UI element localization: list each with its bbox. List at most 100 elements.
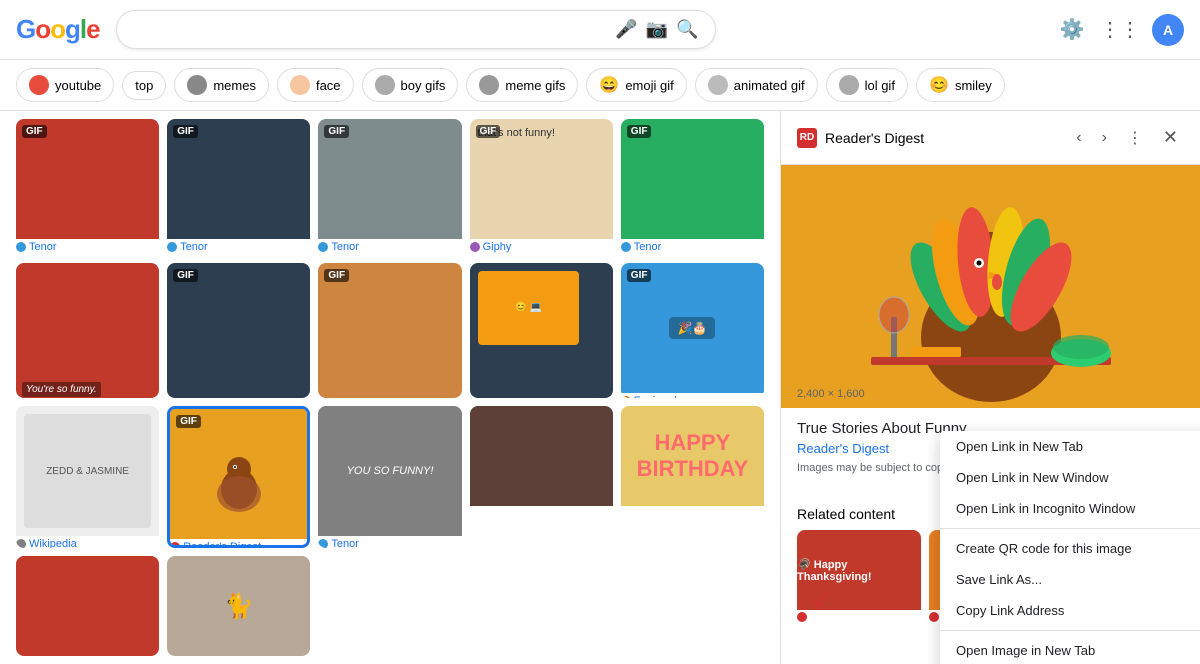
search-submit-icon[interactable]: 🔍 [676,19,698,40]
list-item[interactable]: that's not funny! GIF Giphy Funny-not-fu… [470,119,613,255]
gif-badge: GIF [324,125,349,138]
filter-chip-smiley[interactable]: 😊 smiley [916,68,1005,102]
list-item[interactable]: 😊 💻 TED Ideas Can you teach a computer t… [470,263,613,399]
filter-chip-youtube[interactable]: youtube [16,68,114,102]
panel-prev-button[interactable]: ‹ [1070,125,1087,151]
menu-separator-2 [940,630,1200,631]
gif-badge: GIF [627,125,652,138]
boy-gifs-thumb [375,75,395,95]
image-source: Tenor [318,538,461,548]
meme-gifs-thumb [479,75,499,95]
list-item[interactable] [16,556,159,656]
list-item[interactable]: GIF Tenor Funny Laugh GIFs | Te... [16,119,159,255]
filter-chip-boy-gifs[interactable]: boy gifs [362,68,459,102]
side-panel: RD Reader's Digest ‹ › ⋮ ✕ [780,111,1200,664]
lol-gif-thumb [839,75,859,95]
image-source: Tenor [167,241,310,253]
image-title: Funny Meme GIFs | Tenor [318,254,461,255]
image-source: Tenor [16,241,159,253]
list-item[interactable]: GIF Tenor Too Funny GIFs | Tenor [621,119,764,255]
image-title: Funny-not-funny GIFs - Get the b... [470,254,613,255]
youtube-thumb [29,75,49,95]
list-item[interactable]: You're so funny. Giphy Youre-so-funny GI… [16,263,159,399]
header: Google funny 🎤 📷 🔍 ⚙️ ⋮⋮ A [0,0,1200,60]
filter-label-emoji-gif: emoji gif [625,78,673,93]
list-item[interactable]: HAPPY BIRTHDAY [621,406,764,548]
list-item[interactable]: GIF Tenor Funny Meme GIFs | Tenor [318,119,461,255]
image-source: Tenor [318,241,461,253]
search-input[interactable]: funny [133,21,608,39]
image-source: Tenor [621,241,764,253]
menu-item-save-link-as[interactable]: Save Link As... [940,564,1200,595]
filter-label-animated-gif: animated gif [734,78,805,93]
turkey-thumbnail-svg [199,434,279,514]
filter-label-face: face [316,78,341,93]
gif-badge: GIF [476,125,501,138]
filter-chip-memes[interactable]: memes [174,68,269,102]
image-source: Giphy [470,241,613,253]
menu-item-copy-link-address[interactable]: Copy Link Address [940,595,1200,626]
image-title: Funny Laugh GIFs | Te... [16,254,159,255]
filter-chip-meme-gifs[interactable]: meme gifs [466,68,578,102]
image-source: Reader's Digest [170,541,307,548]
menu-separator-1 [940,528,1200,529]
list-item[interactable]: ZEDD & JASMINE Wikipedia Funny (Zedd and… [16,406,159,548]
filter-chip-top[interactable]: top [122,71,166,100]
filter-label-memes: memes [213,78,256,93]
settings-icon[interactable]: ⚙️ [1056,14,1088,46]
filter-label-youtube: youtube [55,78,101,93]
arrow-indicator: ↙ [811,585,831,614]
header-right: ⚙️ ⋮⋮ A [1056,14,1184,46]
panel-close-button[interactable]: ✕ [1157,123,1184,152]
panel-site-name: Reader's Digest [825,130,1062,146]
gif-badge: GIF [173,125,198,138]
search-bar: funny 🎤 📷 🔍 [116,10,716,49]
panel-main-image[interactable]: 2,400 × 1,600 [781,165,1200,408]
menu-item-open-incognito[interactable]: Open Link in Incognito Window [940,493,1200,524]
menu-item-open-image-new-tab[interactable]: Open Image in New Tab [940,635,1200,664]
list-item[interactable] [470,406,613,548]
gif-badge: GIF [22,125,47,138]
panel-more-button[interactable]: ⋮ [1121,124,1149,152]
microphone-icon[interactable]: 🎤 [615,19,637,40]
filter-chip-emoji-gif[interactable]: 😄 emoji gif [586,68,686,102]
gif-badge: GIF [176,415,201,428]
avatar[interactable]: A [1152,14,1184,46]
list-item[interactable]: GIF Pinterest Japonpr Lol GIF - Ten... [167,263,310,399]
animated-gif-thumb [708,75,728,95]
apps-icon[interactable]: ⋮⋮ [1104,14,1136,46]
gif-badge: GIF [324,269,349,282]
list-item[interactable]: YOU SO FUNNY! Tenor Funny Gifs GIFs | Te… [318,406,461,548]
camera-icon[interactable]: 📷 [646,19,668,40]
menu-item-open-new-window[interactable]: Open Link in New Window [940,462,1200,493]
memes-thumb [187,75,207,95]
image-grid: GIF Tenor Funny Laugh GIFs | Te... GIF T… [0,111,780,664]
panel-image-dims: 2,400 × 1,600 [797,388,865,400]
menu-item-create-qr[interactable]: Create QR code for this image [940,533,1200,564]
google-logo[interactable]: Google [16,14,100,45]
filter-label-top: top [135,78,153,93]
list-item[interactable]: 🎉🎂 GIF Funimada.com Funny Happy Birthday… [621,263,764,399]
image-title: Too Funny GIFs | Tenor [621,254,764,255]
context-menu: Open Link in New Tab Open Link in New Wi… [940,431,1200,664]
list-item[interactable]: GIF Tenor You So Funny GIFs... [167,119,310,255]
image-source: Funimada.com [621,395,764,399]
emoji-gif-thumb: 😄 [599,75,619,95]
turkey-illustration [811,165,1171,408]
image-source: Wikipedia [16,538,159,548]
menu-item-open-new-tab[interactable]: Open Link in New Tab [940,431,1200,462]
filter-chip-lol-gif[interactable]: lol gif [826,68,908,102]
filter-label-meme-gifs: meme gifs [505,78,565,93]
list-item-selected[interactable]: GIF Reader's Digest True Stories About F… [167,406,310,548]
filter-chip-face[interactable]: face [277,68,354,102]
filter-chip-animated-gif[interactable]: animated gif [695,68,818,102]
face-thumb [290,75,310,95]
gif-badge: GIF [627,269,652,282]
panel-header: RD Reader's Digest ‹ › ⋮ ✕ [781,111,1200,165]
filter-label-boy-gifs: boy gifs [401,78,446,93]
list-item[interactable]: 🐈 [167,556,310,656]
smiley-thumb: 😊 [929,75,949,95]
filter-label-smiley: smiley [955,78,992,93]
list-item[interactable]: GIF Tenor Funny As GIF - Funny As He... [318,263,461,399]
panel-next-button[interactable]: › [1096,125,1113,151]
